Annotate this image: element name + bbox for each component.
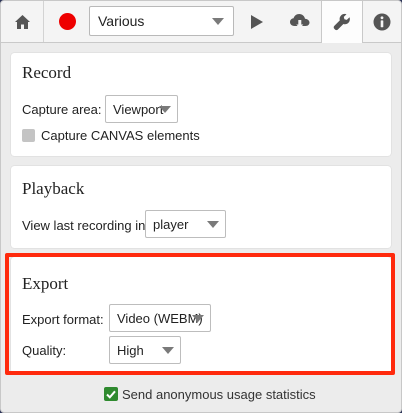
export-format-value: Video (WEBM) — [117, 310, 203, 326]
capture-canvas-checkbox[interactable] — [22, 129, 35, 142]
cloud-download-icon — [290, 13, 310, 28]
quality-value: High — [117, 342, 144, 358]
record-icon — [58, 13, 76, 30]
export-format-label: Export format: — [22, 312, 104, 327]
info-icon — [373, 13, 390, 30]
view-recording-value: player — [153, 216, 189, 232]
chevron-down-icon — [207, 221, 219, 228]
recording-selector-value: Various — [98, 13, 145, 29]
usage-stats-checkbox[interactable] — [104, 387, 118, 401]
playback-section: Playback View last recording in player — [11, 166, 391, 248]
chevron-down-icon — [159, 106, 171, 113]
download-button[interactable] — [281, 1, 319, 42]
settings-tab[interactable] — [321, 1, 363, 43]
record-title: Record — [22, 63, 72, 82]
capture-area-select[interactable]: Viewport — [105, 95, 178, 123]
home-button[interactable] — [1, 1, 43, 42]
quality-select[interactable]: High — [109, 336, 181, 364]
export-title: Export — [22, 274, 69, 293]
usage-stats-label: Send anonymous usage statistics — [122, 387, 316, 402]
record-section: Record Capture area: Viewport Capture CA… — [11, 53, 391, 156]
capture-area-label: Capture area: — [22, 102, 102, 117]
toolbar-separator — [43, 1, 44, 42]
chevron-down-icon — [212, 18, 224, 25]
wrench-icon — [333, 13, 350, 31]
record-button[interactable] — [49, 1, 85, 42]
quality-label: Quality: — [22, 343, 67, 358]
chevron-down-icon — [162, 347, 174, 354]
play-icon — [251, 14, 263, 29]
view-recording-label: View last recording in — [22, 218, 146, 233]
play-button[interactable] — [239, 1, 275, 42]
chevron-down-icon — [192, 315, 204, 322]
view-recording-select[interactable]: player — [145, 210, 226, 238]
info-button[interactable] — [362, 1, 401, 42]
toolbar: Various — [1, 1, 401, 43]
home-icon — [14, 14, 30, 29]
export-format-select[interactable]: Video (WEBM) — [109, 304, 211, 332]
export-section: Export Export format: Video (WEBM) Quali… — [11, 257, 391, 373]
capture-canvas-label: Capture CANVAS elements — [41, 128, 200, 143]
capture-area-value: Viewport — [113, 101, 164, 117]
settings-popup: Various Record Capture area: Viewport Ca… — [0, 0, 402, 413]
checkmark-icon — [106, 390, 116, 399]
recording-selector[interactable]: Various — [89, 6, 234, 36]
playback-title: Playback — [22, 179, 85, 198]
